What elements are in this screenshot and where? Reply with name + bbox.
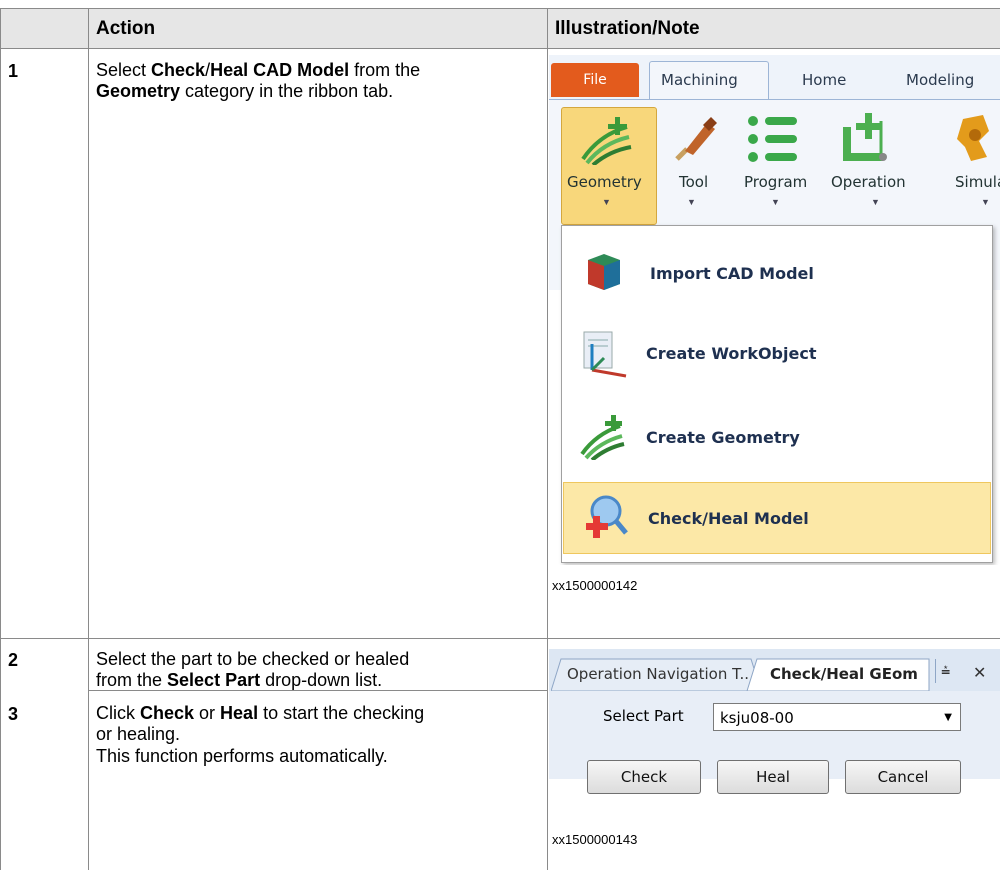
chevron-down-icon: ▼ [687,197,696,207]
step-2-text: Select the part to be checked or healed … [96,649,542,691]
workobject-icon [583,331,627,378]
geometry-icon [581,117,632,165]
bold-term: Check [151,60,206,80]
bold-term: Geometry [96,81,181,101]
text: to start the checking [258,703,425,723]
column-divider-2 [547,8,548,870]
menu-item-create-geometry[interactable]: Create Geometry [562,402,992,474]
text: from the [349,60,421,80]
chevron-down-icon: ▼ [871,197,880,207]
text: Select [96,60,152,80]
text: Click [96,703,140,723]
tab-separator [935,659,936,683]
tool-icon [675,117,717,161]
bold-term: Select Part [167,670,261,690]
text: from the [96,670,168,690]
step-3-line-3: This function performs automatically. [96,746,388,766]
step-1-line-1: Select Check/Heal CAD Model from the [96,60,542,81]
operation-icon [843,113,887,161]
column-divider-1 [88,8,89,870]
tab-home[interactable]: Home [802,71,846,89]
chevron-down-icon: ▼ [602,197,611,207]
header-divider [0,48,1000,49]
tool-button-label[interactable]: Tool [679,173,708,191]
select-part-label: Select Part [603,707,684,725]
menu-item-label: Check/Heal Model [648,509,809,528]
menu-item-label: Create WorkObject [646,344,817,363]
check-button[interactable]: Check [587,760,701,794]
text: or [194,703,221,723]
menu-item-check-heal[interactable]: Check/Heal Model [563,482,991,554]
bold-term: Check [140,703,195,723]
header-action: Action [96,18,156,39]
step-3-text: Click Check or Heal to start the checkin… [96,703,542,767]
simulation-button-label[interactable]: Simula [955,173,1000,191]
step-1-line-2: Geometry category in the ribbon tab. [96,81,542,102]
tab-machining[interactable]: Machining [661,71,738,89]
table-left-border [0,8,1,870]
step-3-line-1: Click Check or Heal to start the checkin… [96,703,542,724]
figure-caption: xx1500000143 [552,832,638,847]
tab-modeling[interactable]: Modeling [906,71,974,89]
menu-item-create-workobject[interactable]: Create WorkObject [562,320,992,392]
step-2-line-1: Select the part to be checked or healed [96,649,410,669]
chevron-down-icon: ▼ [944,712,952,723]
tab-operation-navigation[interactable]: Operation Navigation T.. [567,665,749,683]
text: drop-down list. [260,670,383,690]
step-1-text: Select Check/Heal CAD Model from the Geo… [96,60,542,102]
bold-term: Heal [220,703,259,723]
check-heal-icon [586,495,628,538]
pin-icon[interactable]: ⩮ [941,663,950,681]
bold-term: Heal CAD Model [210,60,350,80]
simulation-icon [957,115,989,161]
figure-caption: xx1500000142 [552,578,638,593]
geometry-button-label[interactable]: Geometry [567,173,642,191]
operation-button-label[interactable]: Operation [831,173,906,191]
check-heal-panel-screenshot: Operation Navigation T.. Check/Heal GEom… [549,649,1000,794]
step-2-line-2: from the Select Part drop-down list. [96,670,542,691]
select-part-value: ksju08-00 [720,709,794,727]
select-part-dropdown[interactable]: ksju08-00 ▼ [713,703,961,731]
close-icon[interactable]: ✕ [973,663,986,683]
create-geometry-icon [580,415,625,460]
program-icon [748,116,797,162]
step-number: 1 [8,61,19,81]
table-top-border [0,8,1000,9]
chevron-down-icon: ▼ [771,197,780,207]
import-cad-icon [588,254,620,290]
text: category in the ribbon tab. [180,81,394,101]
cancel-button[interactable]: Cancel [845,760,961,794]
program-button-label[interactable]: Program [744,173,807,191]
menu-item-label: Import CAD Model [650,264,814,283]
menu-item-import-cad[interactable]: Import CAD Model [562,238,992,310]
row-divider-1 [0,638,1000,639]
menu-item-label: Create Geometry [646,428,800,447]
step-3-line-2: or healing. [96,724,181,744]
chevron-down-icon: ▼ [981,197,990,207]
heal-button[interactable]: Heal [717,760,829,794]
ribbon-screenshot: File Machining Home Modeling Geometry To… [549,55,1000,565]
tab-file[interactable]: File [551,63,639,97]
step-number: 2 [8,650,19,670]
geometry-dropdown-menu: Import CAD Model Create WorkObject Creat… [561,225,993,563]
step-number: 3 [8,704,19,724]
tab-check-heal[interactable]: Check/Heal GEom [770,665,918,683]
header-note: Illustration/Note [555,18,700,39]
